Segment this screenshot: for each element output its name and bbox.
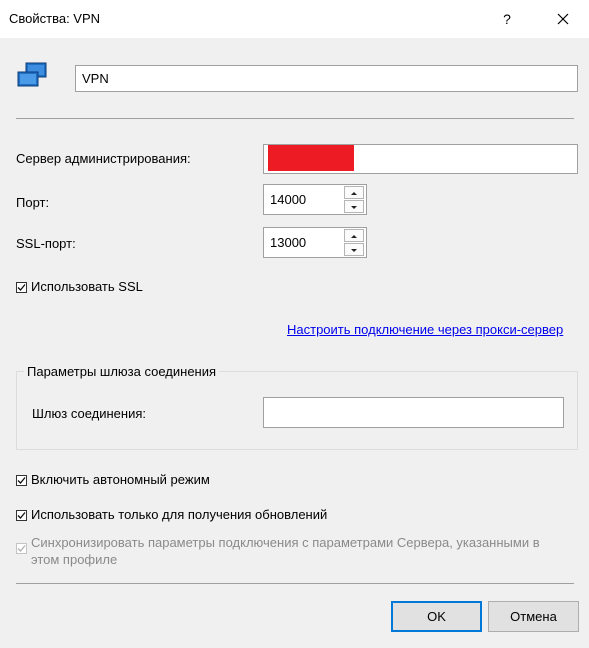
arrow-up-icon bbox=[351, 192, 357, 195]
divider-bottom bbox=[16, 583, 574, 584]
use-ssl-checkbox[interactable] bbox=[16, 282, 27, 293]
offline-mode-label[interactable]: Включить автономный режим bbox=[31, 472, 210, 487]
ssl-port-stepper[interactable]: 13000 bbox=[263, 227, 367, 258]
use-ssl-label[interactable]: Использовать SSL bbox=[31, 279, 143, 294]
updates-only-checkbox[interactable] bbox=[16, 510, 27, 521]
close-icon bbox=[557, 13, 569, 25]
server-input[interactable] bbox=[263, 144, 578, 174]
ssl-port-value: 13000 bbox=[270, 235, 307, 250]
ssl-port-decrement-button[interactable] bbox=[344, 243, 364, 256]
network-connection-icon bbox=[16, 60, 50, 90]
gateway-group-title: Параметры шлюза соединения bbox=[24, 364, 220, 379]
title-bar: Свойства: VPN ? bbox=[0, 0, 589, 38]
profile-name-value: VPN bbox=[82, 71, 109, 86]
proxy-settings-link[interactable]: Настроить подключение через прокси-серве… bbox=[287, 322, 563, 337]
arrow-down-icon bbox=[351, 206, 357, 209]
redacted-server-value bbox=[268, 145, 354, 171]
cancel-button[interactable]: Отмена bbox=[488, 601, 579, 632]
dialog-title: Свойства: VPN bbox=[9, 11, 101, 26]
ok-button[interactable]: OK bbox=[391, 601, 482, 632]
server-label: Сервер администрирования: bbox=[16, 151, 191, 166]
profile-name-input[interactable]: VPN bbox=[75, 65, 578, 92]
port-value: 14000 bbox=[270, 192, 307, 207]
dialog-body: VPN Сервер администрирования: Порт: 1400… bbox=[0, 38, 589, 648]
gateway-input[interactable] bbox=[263, 397, 564, 428]
ok-button-label: OK bbox=[427, 609, 446, 624]
sync-params-checkbox bbox=[16, 543, 27, 554]
help-button[interactable]: ? bbox=[495, 6, 519, 32]
cancel-button-label: Отмена bbox=[510, 609, 557, 624]
offline-mode-checkbox[interactable] bbox=[16, 475, 27, 486]
port-decrement-button[interactable] bbox=[344, 200, 364, 213]
ssl-port-label: SSL-порт: bbox=[16, 236, 76, 251]
divider-top bbox=[16, 118, 574, 119]
sync-params-label-line2: этом профиле bbox=[31, 552, 118, 567]
port-stepper[interactable]: 14000 bbox=[263, 184, 367, 215]
checkmark-icon bbox=[17, 512, 26, 519]
gateway-label: Шлюз соединения: bbox=[32, 406, 146, 421]
close-button[interactable] bbox=[548, 6, 578, 32]
port-label: Порт: bbox=[16, 195, 50, 210]
ssl-port-increment-button[interactable] bbox=[344, 229, 364, 242]
checkmark-icon bbox=[17, 477, 26, 484]
sync-params-label-line1: Синхронизировать параметры подключения с… bbox=[31, 535, 540, 550]
arrow-up-icon bbox=[351, 235, 357, 238]
arrow-down-icon bbox=[351, 249, 357, 252]
checkmark-icon bbox=[17, 545, 26, 552]
port-increment-button[interactable] bbox=[344, 186, 364, 199]
updates-only-label[interactable]: Использовать только для получения обновл… bbox=[31, 507, 327, 522]
checkmark-icon bbox=[17, 284, 26, 291]
